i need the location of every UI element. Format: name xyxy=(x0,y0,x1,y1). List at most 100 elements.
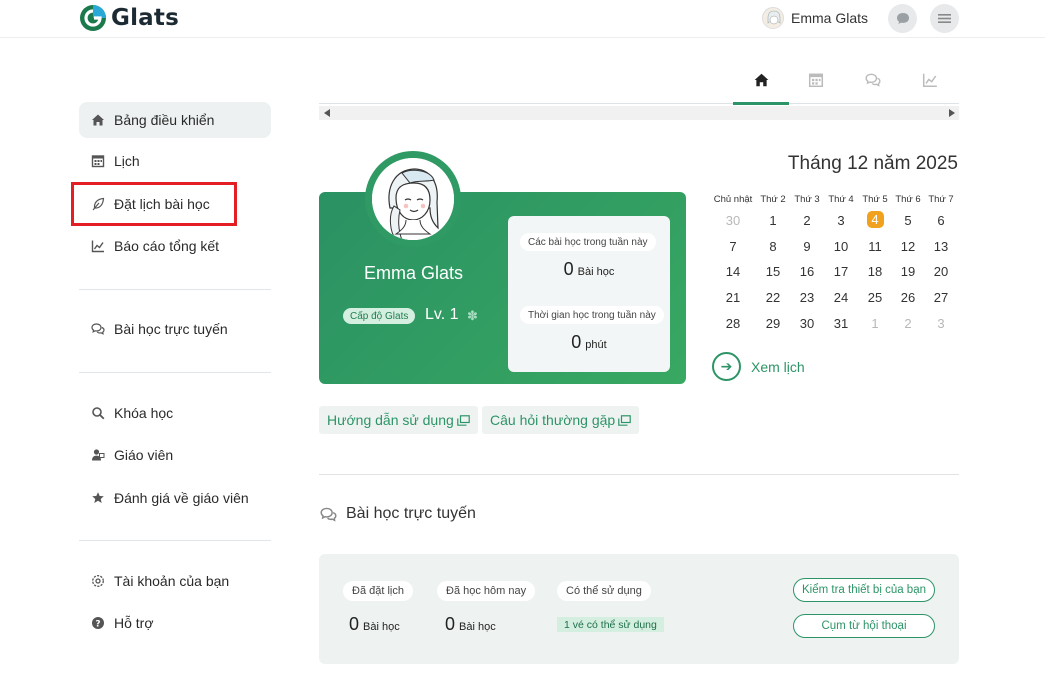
calendar-day[interactable]: 6 xyxy=(924,213,958,228)
gear-icon xyxy=(92,575,104,587)
calendar-day[interactable]: 30 xyxy=(716,213,750,228)
calendar-day[interactable]: 3 xyxy=(924,316,958,331)
calendar-day[interactable]: 29 xyxy=(756,316,790,331)
profile-name: Emma Glats xyxy=(363,263,464,283)
calendar-day[interactable]: 4 xyxy=(858,211,892,228)
calendar-day[interactable]: 30 xyxy=(790,316,824,331)
tab-chat[interactable] xyxy=(845,70,901,104)
online-lessons-heading: Bài học trực tuyến xyxy=(319,505,476,523)
calendar-icon xyxy=(91,155,105,168)
check-device-button[interactable]: Kiểm tra thiết bị của bạn xyxy=(793,578,935,602)
calendar-day[interactable]: 7 xyxy=(716,239,750,254)
calendar-day[interactable]: 23 xyxy=(790,290,824,305)
calendar-day[interactable]: 24 xyxy=(824,290,858,305)
calendar-day[interactable]: 2 xyxy=(891,316,925,331)
calendar-day[interactable]: 5 xyxy=(891,213,925,228)
weekly-time-value: 0 phút xyxy=(508,332,670,353)
menu-button[interactable] xyxy=(930,4,959,33)
calendar-day[interactable]: 2 xyxy=(790,213,824,228)
calendar-day[interactable]: 16 xyxy=(790,264,824,279)
conversation-phrases-button[interactable]: Cụm từ hội thoại xyxy=(793,614,935,638)
online-lessons-title: Bài học trực tuyến xyxy=(346,505,476,522)
scroll-right-arrow-icon[interactable] xyxy=(949,109,955,117)
sidebar-item-dashboard[interactable]: Bảng điều khiển xyxy=(79,102,271,138)
chat-icon xyxy=(865,73,881,87)
calendar-today[interactable]: 4 xyxy=(866,211,884,228)
messages-button[interactable] xyxy=(888,4,917,33)
see-calendar-link[interactable]: ➔ Xem lịch xyxy=(712,352,805,381)
highlight-annotation xyxy=(71,182,237,226)
top-header: Glats Emma Glats xyxy=(0,0,1045,38)
calendar-day[interactable]: 9 xyxy=(790,239,824,254)
user-avatar xyxy=(762,7,784,29)
sidebar-item-summary-report[interactable]: Báo cáo tổng kết xyxy=(79,228,271,264)
sidebar-item-label: Khóa học xyxy=(114,405,174,421)
available-tickets-tag: 1 vé có thể sử dụng xyxy=(557,617,664,632)
user-menu[interactable]: Emma Glats xyxy=(762,7,868,29)
calendar-day[interactable]: 1 xyxy=(858,316,892,331)
glats-logo-icon xyxy=(80,5,106,31)
external-link-icon xyxy=(456,414,470,426)
weekly-stats: Các bài học trong tuần này 0 Bài học Thời… xyxy=(508,216,670,372)
calendar-day[interactable]: 21 xyxy=(716,290,750,305)
calendar-day[interactable]: 20 xyxy=(924,264,958,279)
tab-report[interactable] xyxy=(902,70,958,104)
calendar-day[interactable]: 10 xyxy=(824,239,858,254)
sidebar-item-calendar[interactable]: Lịch xyxy=(79,143,271,179)
weekly-lessons-label: Các bài học trong tuần này xyxy=(520,233,656,251)
teacher-icon xyxy=(92,449,105,461)
calendar-day[interactable]: 8 xyxy=(756,239,790,254)
weekly-lessons-value: 0 Bài học xyxy=(508,259,670,280)
user-guide-label: Hướng dẫn sử dụng xyxy=(327,412,454,428)
calendar-day[interactable]: 12 xyxy=(891,239,925,254)
external-link-icon xyxy=(618,414,632,426)
calendar-day[interactable]: 28 xyxy=(716,316,750,331)
booked-label: Đã đặt lịch xyxy=(343,581,413,601)
sidebar-item-teachers[interactable]: Giáo viên xyxy=(79,437,271,473)
faq-button[interactable]: Câu hỏi thường gặp xyxy=(482,406,640,434)
calendar-day[interactable]: 18 xyxy=(858,264,892,279)
studied-today-number: 0 xyxy=(445,614,456,634)
calendar-day[interactable]: 3 xyxy=(824,213,858,228)
chat-icon xyxy=(320,507,337,522)
tab-home[interactable] xyxy=(733,70,789,105)
calendar-day[interactable]: 22 xyxy=(756,290,790,305)
weekly-time-label: Thời gian học trong tuần này xyxy=(520,306,664,324)
scroll-left-arrow-icon[interactable] xyxy=(324,109,330,117)
sidebar-item-teacher-reviews[interactable]: Đánh giá về giáo viên xyxy=(79,480,271,516)
home-icon xyxy=(92,114,104,126)
calendar-day[interactable]: 13 xyxy=(924,239,958,254)
calendar-day[interactable]: 27 xyxy=(924,290,958,305)
chat-icon xyxy=(91,323,105,335)
calendar-day[interactable]: 17 xyxy=(824,264,858,279)
tab-calendar[interactable] xyxy=(788,70,844,104)
sidebar-item-label: Giáo viên xyxy=(114,447,174,463)
profile-avatar[interactable] xyxy=(365,151,461,247)
calendar-day[interactable]: 19 xyxy=(891,264,925,279)
calendar-day[interactable]: 25 xyxy=(858,290,892,305)
calendar-day[interactable]: 26 xyxy=(891,290,925,305)
tab-scrollbar[interactable] xyxy=(319,106,959,120)
calendar-day[interactable]: 15 xyxy=(756,264,790,279)
booked-number: 0 xyxy=(349,614,360,634)
sidebar-item-courses[interactable]: Khóa học xyxy=(79,395,271,431)
sidebar-divider xyxy=(79,289,271,290)
glats-logo[interactable]: Glats xyxy=(79,4,179,32)
studied-today-label: Đã học hôm nay xyxy=(437,581,536,601)
studied-today-value: 0 Bài học xyxy=(445,614,496,635)
calendar-day[interactable]: 11 xyxy=(858,239,892,254)
sidebar-item-online-lessons[interactable]: Bài học trực tuyến xyxy=(79,311,271,347)
arrow-right-icon: ➔ xyxy=(712,352,741,381)
calendar-day[interactable]: 31 xyxy=(824,316,858,331)
chart-icon xyxy=(91,240,104,253)
sidebar-item-label: Lịch xyxy=(114,153,140,169)
calendar-day[interactable]: 14 xyxy=(716,264,750,279)
sidebar-item-account[interactable]: Tài khoản của bạn xyxy=(79,563,271,599)
weekly-lessons-number: 0 xyxy=(563,259,574,279)
faq-label: Câu hỏi thường gặp xyxy=(490,412,616,428)
user-guide-button[interactable]: Hướng dẫn sử dụng xyxy=(319,406,478,434)
sidebar-item-support[interactable]: ? Hỗ trợ xyxy=(79,605,271,641)
level-gear-icon[interactable]: ✽ xyxy=(467,308,478,324)
calendar-day[interactable]: 1 xyxy=(756,213,790,228)
star-icon xyxy=(92,492,104,503)
